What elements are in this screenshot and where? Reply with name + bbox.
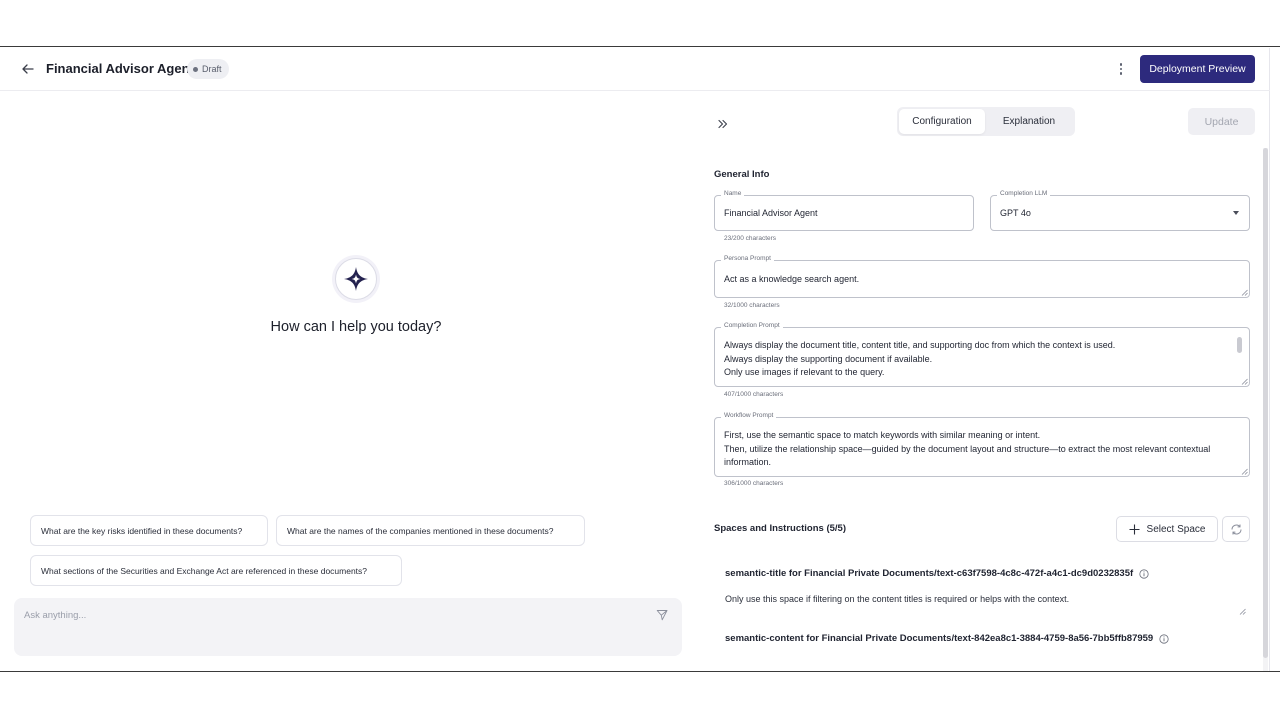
- workflow-prompt-value: First, use the semantic space to match k…: [724, 430, 1211, 467]
- completion-prompt-value: Always display the document title, conte…: [724, 340, 1116, 377]
- kebab-dot-icon: [1119, 63, 1123, 66]
- configuration-panel: Configuration Explanation Update General…: [698, 92, 1270, 671]
- refresh-button[interactable]: [1222, 516, 1250, 542]
- scrollbar-thumb[interactable]: [1263, 148, 1268, 658]
- status-badge: Draft: [187, 59, 229, 79]
- completion-prompt-field[interactable]: Completion Prompt Always display the doc…: [714, 322, 1250, 387]
- persona-prompt-label: Persona Prompt: [721, 255, 774, 262]
- select-space-button[interactable]: Select Space: [1116, 516, 1218, 542]
- kebab-dot-icon: [1119, 67, 1123, 71]
- completion-prompt-char-count: 407/1000 characters: [724, 391, 784, 398]
- suggestion-chip[interactable]: What sections of the Securities and Exch…: [30, 555, 402, 586]
- workflow-prompt-field[interactable]: Workflow Prompt First, use the semantic …: [714, 412, 1250, 477]
- persona-prompt-char-count: 32/1000 characters: [724, 302, 780, 309]
- chevron-down-icon: [1233, 211, 1239, 215]
- kebab-dot-icon: [1119, 72, 1123, 75]
- name-field-label: Name: [721, 190, 745, 197]
- deployment-preview-button[interactable]: Deployment Preview: [1140, 55, 1255, 83]
- config-tabs: Configuration Explanation: [897, 107, 1075, 136]
- chat-input-box: [14, 598, 682, 656]
- arrow-left-icon: [22, 64, 34, 74]
- name-field-value: Financial Advisor Agent: [724, 208, 818, 218]
- suggestion-chip[interactable]: What are the key risks identified in the…: [30, 515, 268, 546]
- status-dot-icon: [193, 66, 198, 72]
- refresh-icon: [1231, 524, 1241, 534]
- back-button[interactable]: [18, 60, 38, 78]
- info-icon[interactable]: [1159, 633, 1169, 644]
- name-char-count: 23/200 characters: [724, 235, 777, 242]
- resize-handle-icon[interactable]: [1241, 378, 1248, 385]
- resize-handle-icon[interactable]: [1241, 289, 1248, 296]
- top-band: [0, 0, 1280, 47]
- field-scrollbar[interactable]: [1237, 337, 1242, 353]
- persona-prompt-field[interactable]: Persona Prompt Act as a knowledge search…: [714, 255, 1250, 298]
- more-options-button[interactable]: [1114, 60, 1128, 78]
- bottom-divider: [0, 671, 1280, 672]
- plus-icon: [1129, 524, 1140, 534]
- spaces-heading: Spaces and Instructions (5/5): [714, 523, 846, 534]
- status-badge-label: Draft: [202, 64, 222, 74]
- chat-greeting: How can I help you today?: [270, 319, 442, 335]
- name-field[interactable]: Name Financial Advisor Agent: [714, 190, 974, 231]
- resize-handle-icon[interactable]: [1241, 468, 1248, 475]
- space-name-label: semantic-content for Financial Private D…: [725, 633, 1154, 644]
- select-space-label: Select Space: [1146, 523, 1206, 535]
- space-item-title: semantic-title for Financial Private Doc…: [725, 568, 1149, 579]
- general-info-heading: General Info: [714, 169, 770, 180]
- tab-explanation[interactable]: Explanation: [985, 109, 1073, 134]
- suggestion-chip[interactable]: What are the names of the companies ment…: [276, 515, 585, 546]
- persona-prompt-value: Act as a knowledge search agent.: [724, 274, 860, 284]
- send-icon[interactable]: [656, 609, 668, 621]
- assistant-logo: [335, 258, 377, 300]
- completion-llm-label: Completion LLM: [997, 190, 1051, 197]
- completion-llm-value: GPT 4o: [1000, 208, 1031, 218]
- space-name-label: semantic-title for Financial Private Doc…: [725, 568, 1134, 579]
- resize-handle-icon[interactable]: [1239, 608, 1246, 615]
- sparkle-star-icon: [344, 267, 368, 291]
- workflow-prompt-label: Workflow Prompt: [721, 412, 777, 419]
- completion-prompt-label: Completion Prompt: [721, 322, 783, 329]
- tab-configuration[interactable]: Configuration: [899, 109, 985, 134]
- completion-llm-select[interactable]: Completion LLM GPT 4o: [990, 190, 1250, 231]
- workflow-prompt-char-count: 306/1000 characters: [724, 480, 784, 487]
- chat-input[interactable]: [24, 606, 624, 624]
- chat-panel: How can I help you today? What are the k…: [0, 92, 698, 671]
- double-chevron-right-icon[interactable]: [717, 118, 729, 130]
- space-item-content: semantic-content for Financial Private D…: [725, 633, 1169, 644]
- page-title: Financial Advisor Agent: [46, 61, 194, 76]
- page-header: Financial Advisor Agent Draft Deployment…: [0, 48, 1270, 91]
- app-window: Financial Advisor Agent Draft Deployment…: [0, 48, 1270, 671]
- info-icon[interactable]: [1139, 568, 1149, 579]
- space-instruction-input[interactable]: Only use this space if filtering on the …: [725, 594, 1245, 616]
- update-button[interactable]: Update: [1188, 108, 1255, 135]
